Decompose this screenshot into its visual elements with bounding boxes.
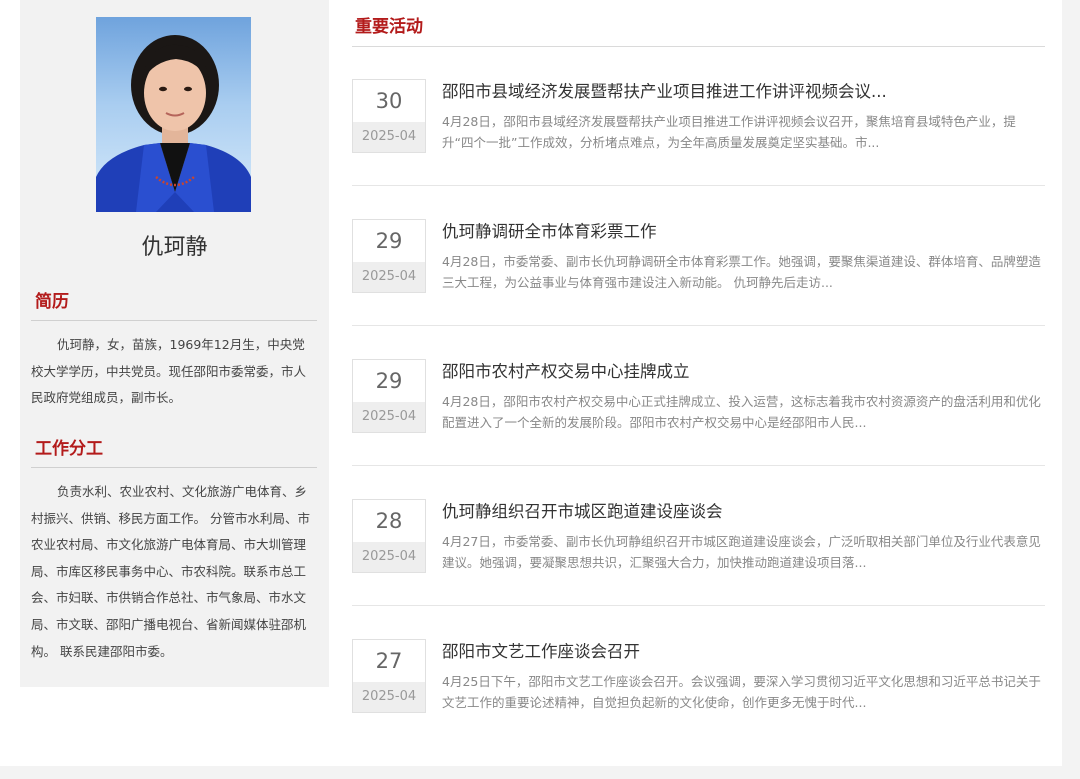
activity-summary: 4月28日，邵阳市县域经济发展暨帮扶产业项目推进工作讲评视频会议召开，聚焦培育县… [442,114,1016,150]
item-divider [352,185,1045,186]
page-panel: 仇珂静 简历 仇珂静，女，苗族，1969年12月生，中央党校大学学历，中共党员。… [0,0,1062,766]
activity-item[interactable]: 29 2025-04 邵阳市农村产权交易中心挂牌成立 4月28日，邵阳市农村产权… [352,359,1045,499]
bio-text: 仇珂静，女，苗族，1969年12月生，中央党校大学学历，中共党员。现任邵阳市委常… [31,337,307,406]
duty-text: 负责水利、农业农村、文化旅游广电体育、乡村振兴、供销、移民方面工作。 分管市水利… [31,484,310,659]
activity-summary: 4月25日下午，邵阳市文艺工作座谈会召开。会议强调，要深入学习贯彻习近平文化思想… [442,674,1041,710]
activity-title-link[interactable]: 仇珂静组织召开市城区跑道建设座谈会 [442,498,1042,522]
activity-summary: 4月27日，市委常委、副市长仇珂静组织召开市城区跑道建设座谈会，广泛听取相关部门… [442,534,1041,570]
date-box: 28 2025-04 [352,499,426,573]
profile-photo [96,17,251,212]
date-box: 29 2025-04 [352,219,426,293]
date-day: 29 [375,369,403,393]
date-year-month: 2025-04 [353,542,425,572]
activity-title-link[interactable]: 邵阳市农村产权交易中心挂牌成立 [442,358,1042,382]
bio-heading: 简历 [35,292,69,312]
activities-heading: 重要活动 [355,17,423,37]
date-box: 30 2025-04 [352,79,426,153]
activities-divider [352,46,1045,47]
portrait-image [96,35,251,212]
date-year-month: 2025-04 [353,122,425,152]
date-box: 29 2025-04 [352,359,426,433]
activity-summary: 4月28日，市委常委、副市长仇珂静调研全市体育彩票工作。她强调，要聚焦渠道建设、… [442,254,1041,290]
item-divider [352,605,1045,606]
profile-name: 仇珂静 [141,235,208,260]
item-divider [352,325,1045,326]
date-year-month: 2025-04 [353,682,425,712]
duty-heading: 工作分工 [35,439,103,459]
item-divider [352,465,1045,466]
activity-summary: 4月28日，邵阳市农村产权交易中心正式挂牌成立、投入运营，这标志着我市农村资源资… [442,394,1041,430]
duty-divider [31,467,317,468]
activity-title-link[interactable]: 邵阳市县域经济发展暨帮扶产业项目推进工作讲评视频会议... [442,78,1042,102]
activity-item[interactable]: 29 2025-04 仇珂静调研全市体育彩票工作 4月28日，市委常委、副市长仇… [352,219,1045,359]
activity-title-link[interactable]: 仇珂静调研全市体育彩票工作 [442,218,1042,242]
date-day: 28 [375,509,403,533]
date-year-month: 2025-04 [353,262,425,292]
date-day: 27 [375,649,403,673]
date-year-month: 2025-04 [353,402,425,432]
activity-item[interactable]: 30 2025-04 邵阳市县域经济发展暨帮扶产业项目推进工作讲评视频会议...… [352,79,1045,219]
bio-divider [31,320,317,321]
date-box: 27 2025-04 [352,639,426,713]
activity-item[interactable]: 28 2025-04 仇珂静组织召开市城区跑道建设座谈会 4月27日，市委常委、… [352,499,1045,639]
profile-sidebar: 仇珂静 简历 仇珂静，女，苗族，1969年12月生，中央党校大学学历，中共党员。… [20,0,329,687]
date-day: 30 [375,89,403,113]
date-day: 29 [375,229,403,253]
activity-title-link[interactable]: 邵阳市文艺工作座谈会召开 [442,638,1042,662]
activity-item[interactable]: 27 2025-04 邵阳市文艺工作座谈会召开 4月25日下午，邵阳市文艺工作座… [352,639,1045,779]
